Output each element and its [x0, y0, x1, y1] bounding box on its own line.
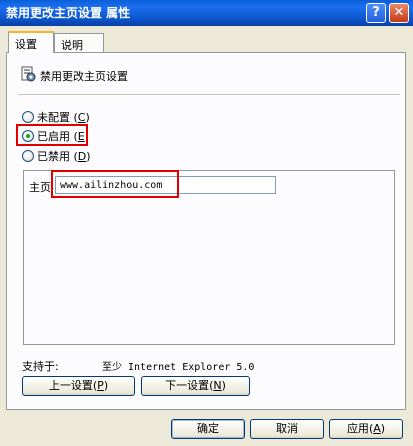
title-bar[interactable]: 禁用更改主页设置 属性 ? ✕ [0, 0, 413, 26]
divider [18, 94, 400, 95]
policy-setting-icon [21, 66, 36, 82]
radio-not-configured-indicator[interactable] [22, 111, 34, 123]
close-button[interactable]: ✕ [389, 3, 409, 23]
homepage-label: 主页 [29, 181, 51, 194]
tab-explain[interactable]: 说明 [54, 33, 104, 52]
properties-dialog: 禁用更改主页设置 属性 ? ✕ 设置 说明 禁用更改主页设置 未配置 (C) 已… [0, 0, 413, 446]
policy-name: 禁用更改主页设置 [40, 70, 128, 83]
window-title: 禁用更改主页设置 属性 [6, 6, 131, 20]
apply-button[interactable]: 应用(A) [329, 419, 403, 439]
supported-label: 支持于: [22, 360, 59, 373]
tab-settings[interactable]: 设置 [8, 31, 54, 53]
help-button[interactable]: ? [366, 3, 386, 23]
previous-setting-button[interactable]: 上一设置(P) [22, 376, 135, 396]
next-setting-button[interactable]: 下一设置(N) [141, 376, 250, 396]
radio-disabled[interactable]: 已禁用 (D) [22, 149, 91, 163]
highlight-enabled-box [16, 124, 88, 146]
radio-not-configured[interactable]: 未配置 (C) [22, 110, 90, 124]
ok-button[interactable]: 确定 [171, 419, 245, 439]
highlight-homepage-box [51, 170, 179, 198]
radio-disabled-indicator[interactable] [22, 150, 34, 162]
cancel-button[interactable]: 取消 [250, 419, 324, 439]
supported-value: 至少 Internet Explorer 5.0 [102, 362, 255, 373]
